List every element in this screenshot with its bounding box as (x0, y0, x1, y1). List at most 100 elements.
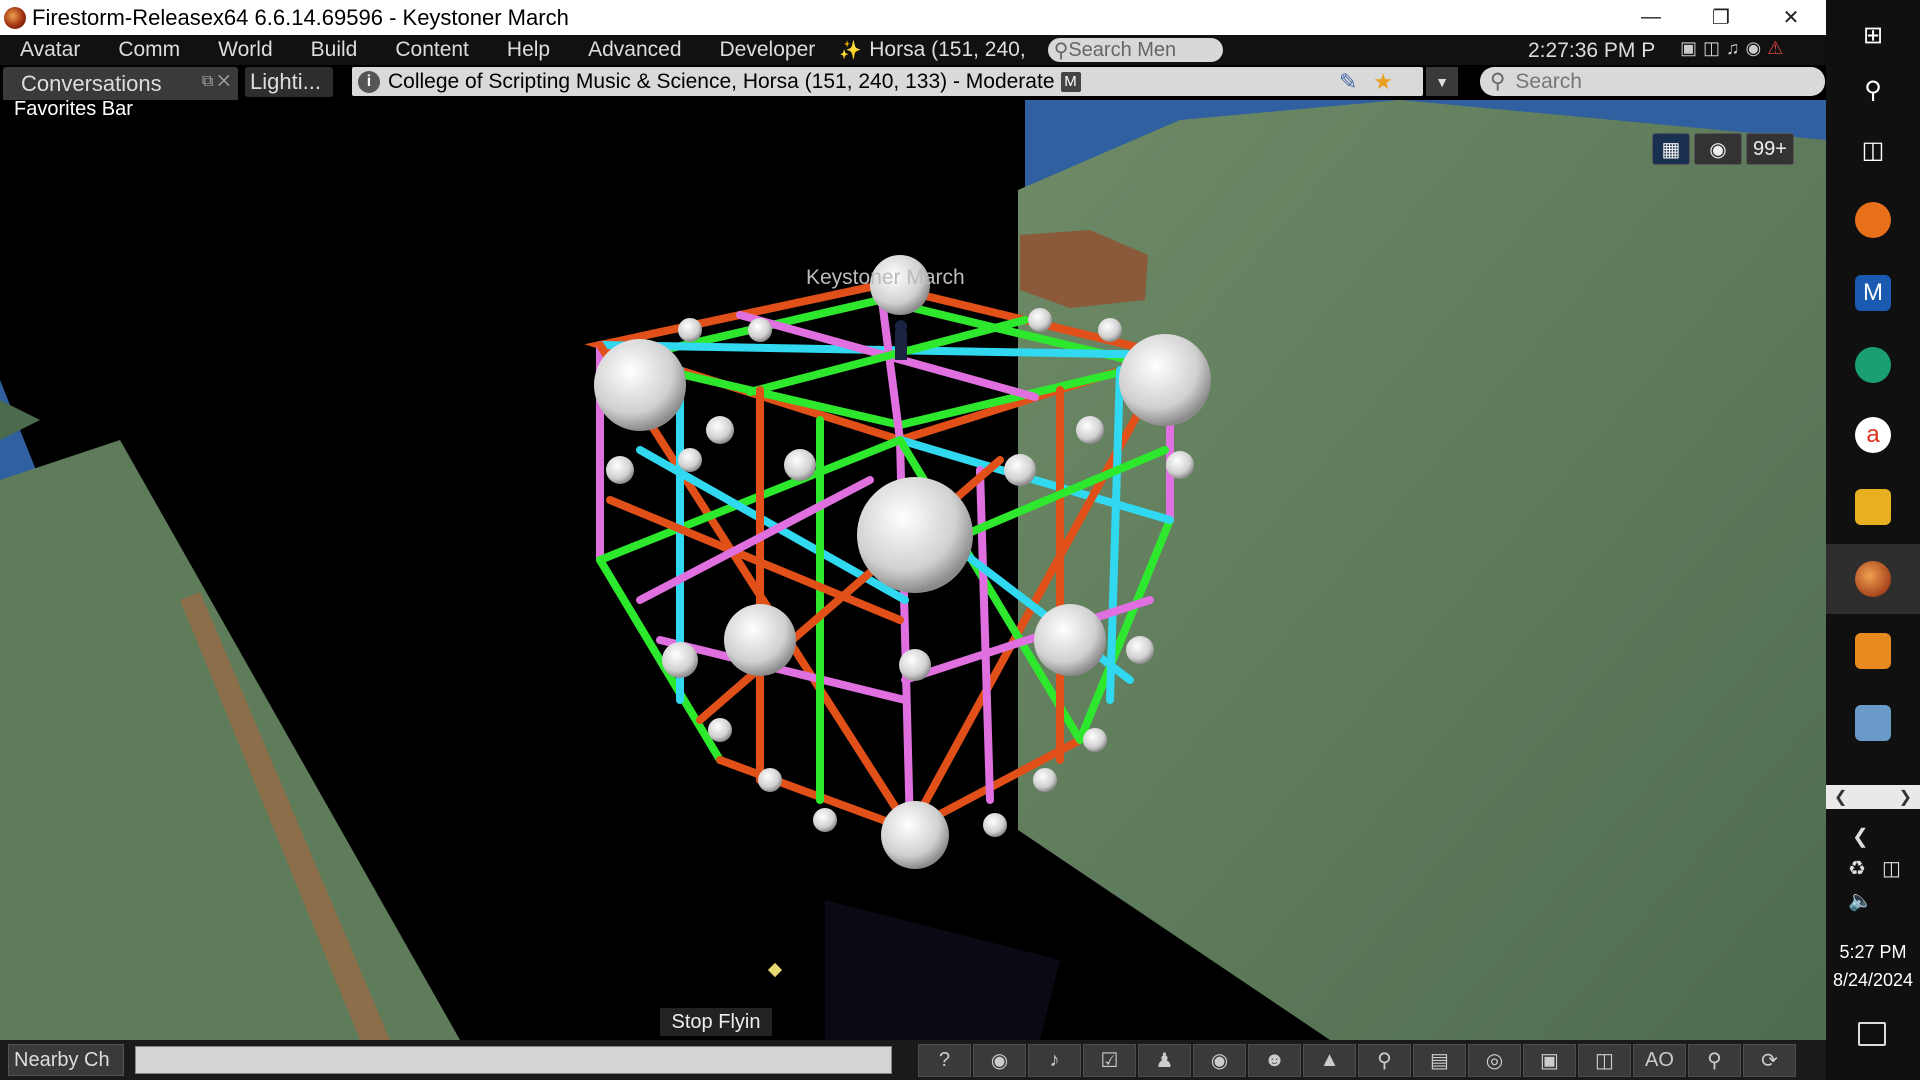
taskbar-time[interactable]: 5:27 PM (1826, 942, 1920, 963)
favorite-star-icon[interactable]: ★ (1373, 69, 1393, 95)
search-icon: ⚲ (1490, 70, 1506, 93)
firefox-icon (1855, 202, 1891, 238)
build-allowed-icon[interactable]: ✎ (1339, 69, 1357, 95)
menu-advanced[interactable]: Advanced (568, 38, 699, 62)
location-icons: ✎ ★ (1339, 69, 1393, 95)
task-view-icon: ◫ (1861, 136, 1885, 164)
taskbar-m-app[interactable]: M (1826, 258, 1920, 328)
update-icon[interactable]: ♻ (1848, 856, 1866, 881)
remote-icon (1855, 705, 1891, 741)
search-icon: ⚲ (1864, 76, 1882, 104)
monitor-icon[interactable]: ◫ (1703, 38, 1720, 59)
close-button[interactable]: ✕ (1756, 0, 1826, 35)
favorites-bar: Favorites Bar (14, 98, 133, 120)
chevron-down-icon: ▼ (1435, 73, 1449, 90)
chevron-left-icon[interactable]: ❮ (1834, 787, 1847, 807)
menu-world[interactable]: World (198, 38, 290, 62)
eye-icon[interactable]: ◉ (1193, 1044, 1246, 1077)
close-icon[interactable]: ✕ (218, 73, 230, 90)
headphones-icon[interactable]: ☑ (1083, 1044, 1136, 1077)
taskbar-scroll[interactable]: ❮ ❯ (1826, 785, 1920, 809)
menu-help[interactable]: Help (487, 38, 568, 62)
shirt-icon[interactable]: ▲ (1303, 1044, 1356, 1077)
menu-location[interactable]: ✨ Horsa (151, 240, (839, 38, 1025, 62)
volume-mute-icon[interactable]: ⚠ (1767, 38, 1783, 59)
taskbar-firestorm[interactable] (1826, 544, 1920, 614)
restore-button[interactable]: ❐ (1686, 0, 1756, 35)
tab-conversations-label: Conversations (21, 70, 162, 96)
camera-icon[interactable]: ▣ (1523, 1044, 1576, 1077)
nearby-chat-button[interactable]: Nearby Ch (8, 1044, 124, 1076)
search-menus-placeholder: Search Men (1068, 38, 1177, 61)
media-icon[interactable]: ◉ (1746, 38, 1762, 59)
help-icon[interactable]: ? (918, 1044, 971, 1077)
menu-build[interactable]: Build (291, 38, 376, 62)
notification-center-icon[interactable] (1858, 1022, 1886, 1046)
hud-chat-bubble[interactable]: ◉ (1694, 133, 1742, 165)
search-field[interactable]: ⚲ Search (1480, 67, 1825, 96)
media-controls: ▣ ◫ ♫ ◉ ⚠ (1680, 38, 1783, 59)
network-icon[interactable]: ◫ (1882, 856, 1901, 881)
microphone-icon[interactable]: ♪ (1028, 1044, 1081, 1077)
taskbar-date[interactable]: 8/24/2024 (1826, 970, 1920, 991)
chat-input[interactable] (135, 1046, 892, 1074)
chevron-right-icon[interactable]: ❯ (1899, 787, 1912, 807)
taskbar-remote[interactable] (1826, 688, 1920, 758)
menu-avatar[interactable]: Avatar (0, 38, 98, 62)
search-icon: ⚲ (1053, 39, 1069, 62)
edge-icon (1855, 347, 1891, 383)
detach-icon[interactable]: ⧉ (202, 73, 213, 90)
search-menus-input[interactable]: ⚲ Search Men (1047, 38, 1223, 62)
music-icon[interactable]: ♫ (1726, 38, 1740, 59)
chat-bubble-icon: ◉ (1709, 138, 1727, 161)
taskbar-notes[interactable] (1826, 472, 1920, 542)
location-bar[interactable]: i College of Scripting Music & Science, … (352, 67, 1423, 96)
hud-media-thumb[interactable]: ▦ (1652, 133, 1690, 165)
location-pin-icon[interactable]: ⚲ (1688, 1044, 1741, 1077)
firestorm-app-icon (4, 6, 26, 29)
m-app-icon: M (1855, 275, 1891, 311)
minimize-button[interactable]: — (1616, 0, 1686, 35)
windows-logo-icon: ⊞ (1862, 21, 1884, 49)
inventory-icon[interactable]: ◫ (1578, 1044, 1631, 1077)
volume-icon[interactable]: 🔈 (1848, 888, 1873, 913)
people-icon[interactable]: ☻ (1248, 1044, 1301, 1077)
window-titlebar: Firestorm-Releasex64 6.6.14.69596 - Keys… (0, 0, 1826, 35)
tab-controls: ⧉ ✕ (202, 73, 230, 91)
tab-lighting[interactable]: Lighti... (245, 67, 333, 97)
tool-icon (1855, 633, 1891, 669)
info-icon[interactable]: i (358, 70, 380, 93)
firestorm-icon (1855, 561, 1891, 597)
taskbar-edge[interactable] (1826, 330, 1920, 400)
bottom-toolbar: ? ◉ ♪ ☑ ♟ ◉ ☻ ▲ ⚲ ▤ ◎ ▣ ◫ AO ⚲ ⟳ (918, 1044, 1796, 1077)
stop-flying-button[interactable]: Stop Flyin (660, 1008, 772, 1036)
taskbar-app-red[interactable]: a (1826, 400, 1920, 470)
menu-comm[interactable]: Comm (98, 38, 198, 62)
refresh-icon[interactable]: ⟳ (1743, 1044, 1796, 1077)
world-viewport[interactable]: Keystoner March (0, 100, 1826, 1040)
red-app-icon: a (1855, 417, 1891, 453)
speech-bubble-icon[interactable]: ◉ (973, 1044, 1026, 1077)
scene-render (0, 100, 1826, 1040)
radar-icon[interactable]: ◎ (1468, 1044, 1521, 1077)
taskbar-tool[interactable] (1826, 616, 1920, 686)
navigation-row: Conversations ⧉ ✕ Lighti... i College of… (0, 65, 1826, 100)
menu-bar: Avatar Comm World Build Content Help Adv… (0, 35, 1826, 65)
notification-count-badge[interactable]: 99+ (1746, 133, 1794, 165)
media-thumb-icon: ▦ (1661, 138, 1681, 161)
menu-content[interactable]: Content (375, 38, 487, 62)
hud-icons: ▦ ◉ 99+ (1652, 133, 1794, 165)
camera-icon[interactable]: ▣ (1680, 38, 1697, 59)
location-dropdown-button[interactable]: ▼ (1426, 67, 1458, 96)
tab-lighting-label: Lighti... (250, 69, 321, 94)
walk-icon[interactable]: ♟ (1138, 1044, 1191, 1077)
chevron-left-icon[interactable]: ❮ (1852, 824, 1869, 849)
search-icon[interactable]: ⚲ (1358, 1044, 1411, 1077)
menu-developer[interactable]: Developer (700, 38, 834, 62)
task-view[interactable]: ◫ (1826, 115, 1920, 185)
tab-conversations[interactable]: Conversations ⧉ ✕ (3, 67, 238, 100)
ao-button[interactable]: AO (1633, 1044, 1686, 1077)
avatar-nametag: Keystoner March (806, 266, 965, 289)
taskbar-firefox[interactable] (1826, 185, 1920, 255)
map-icon[interactable]: ▤ (1413, 1044, 1466, 1077)
